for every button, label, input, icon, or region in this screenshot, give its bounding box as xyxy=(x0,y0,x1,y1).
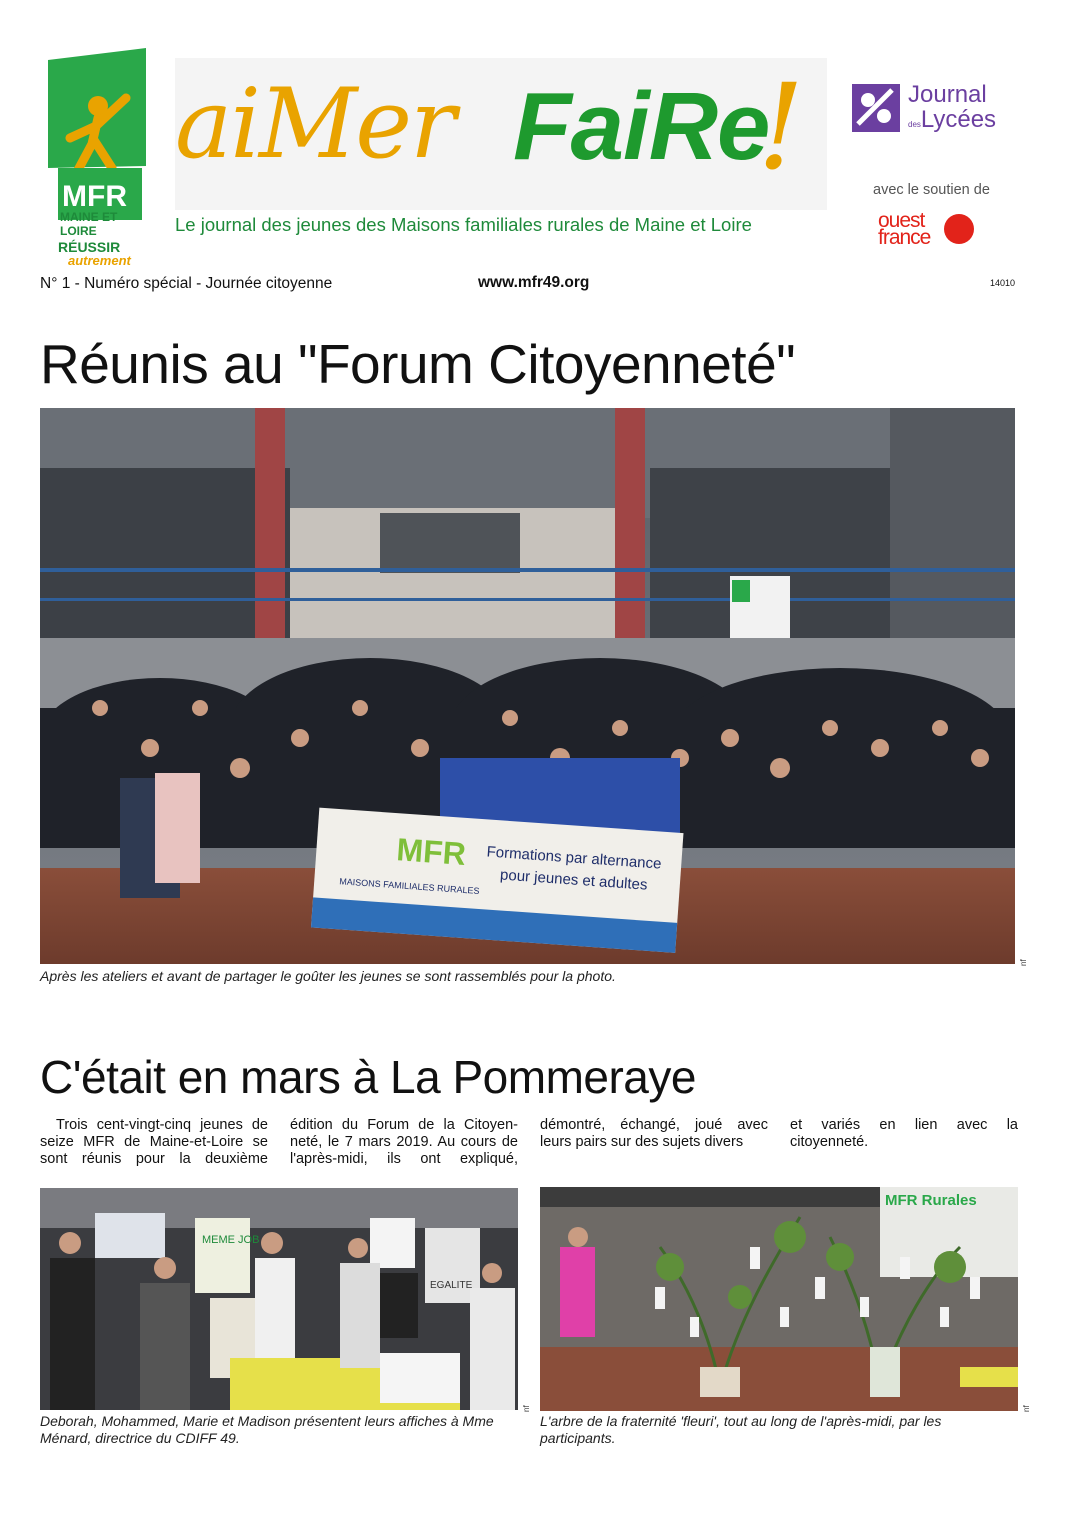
mfr-region: MAINE ET LOIRE xyxy=(60,210,118,238)
ouest-france-logo: ouest france xyxy=(878,210,978,249)
article-column-3: démontré, échangé, joué avec leurs pairs… xyxy=(540,1117,768,1150)
photo-caption: Après les ateliers et avant de partager … xyxy=(40,968,616,984)
website-link[interactable]: www.mfr49.org xyxy=(478,274,589,292)
sign-text: MFR Rurales xyxy=(885,1192,977,1209)
ouest-france-circle-icon xyxy=(944,214,974,244)
masthead-subtitle: Le journal des jeunes des Maisons famili… xyxy=(175,214,752,235)
title-exclamation: ! xyxy=(757,58,805,196)
journal-des-lycees-logo: Journal desLycées xyxy=(852,82,1002,134)
title-faire: FaiRe xyxy=(513,73,770,180)
support-text: avec le soutien de xyxy=(873,182,990,198)
title-aimer: aiMer xyxy=(175,68,456,180)
photo-left-caption: Deborah, Mohammed, Marie et Madison prés… xyxy=(40,1413,494,1446)
mfr-slogan-2: autrement xyxy=(68,253,131,268)
poster-text: MEME JOB xyxy=(202,1234,259,1246)
ouest-france-text: ouest france xyxy=(878,210,931,249)
jdl-text: Journal desLycées xyxy=(908,82,996,137)
photo-left-credit: nf xyxy=(522,1405,531,1412)
mfr-slogan: RÉUSSIR autrement xyxy=(58,240,131,268)
mfr-logo-text: MFR xyxy=(62,180,127,213)
tree-photo: MFR Rurales xyxy=(540,1187,1018,1411)
posters-photo: MEME JOB EGALITE xyxy=(40,1188,518,1410)
article-column-2: édition du Forum de la Citoyen-neté, le … xyxy=(290,1117,518,1167)
photo-right-caption: L'arbre de la fraternité 'fleuri', tout … xyxy=(540,1413,942,1446)
jdl-small: des xyxy=(908,120,921,129)
sponsor-line2: france xyxy=(878,226,931,249)
issue-line: N° 1 - Numéro spécial - Journée citoyenn… xyxy=(40,275,333,292)
mfr-logo: MFR MAINE ET LOIRE RÉUSSIR autrement xyxy=(48,48,156,270)
headline-pommeraye: C'était en mars à La Pommeraye xyxy=(40,1051,696,1103)
jdl-emblem-icon xyxy=(852,84,900,132)
photo-credit: nf xyxy=(1019,959,1028,966)
jdl-line1: Journal xyxy=(908,81,987,108)
issue-code: 14010 xyxy=(990,278,1016,288)
headline-forum: Réunis au "Forum Citoyenneté" xyxy=(40,333,796,395)
masthead-title: aiMer FaiRe ! xyxy=(175,58,827,210)
article-column-1: Trois cent-vingt-cinq jeunes de seize MF… xyxy=(40,1117,268,1167)
article-column-4: et variés en lien avec la citoyenneté. xyxy=(790,1117,1018,1150)
photo-right-credit: nf xyxy=(1022,1405,1031,1412)
jdl-line2: Lycées xyxy=(920,106,997,133)
mfr-house-icon: MFR xyxy=(48,48,146,220)
poster-text-2: EGALITE xyxy=(430,1280,473,1291)
banner-logo-text: MFR xyxy=(395,831,467,872)
group-photo: MFR Formations par alternance pour jeune… xyxy=(40,408,1015,964)
